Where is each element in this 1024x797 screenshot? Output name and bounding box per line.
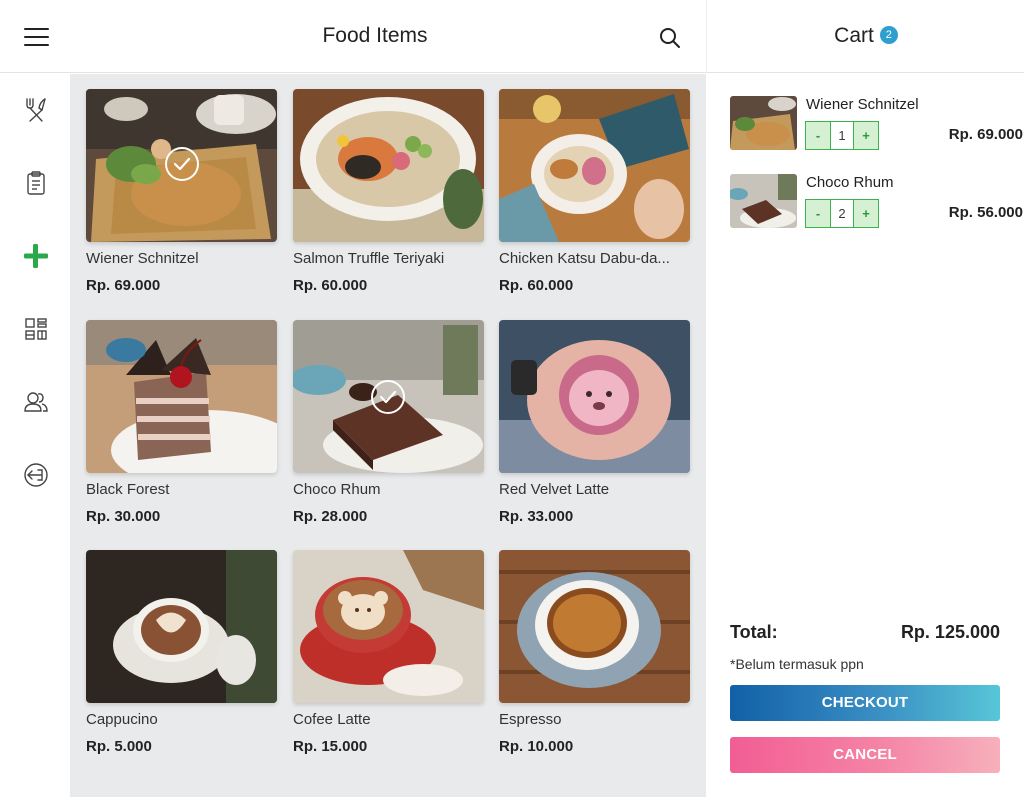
cart-item-image <box>730 174 797 228</box>
product-name: Cofee Latte <box>293 711 371 728</box>
cart-item-price: Rp. 69.000 <box>948 126 1023 143</box>
users-icon[interactable] <box>22 388 50 416</box>
product-image <box>499 89 690 242</box>
product-price: Rp. 28.000 <box>293 508 368 525</box>
product-image <box>86 550 277 703</box>
selected-check-icon <box>371 380 405 414</box>
product-name: Chicken Katsu Dabu-da... <box>499 250 670 267</box>
cart-item-name: Choco Rhum <box>806 174 894 191</box>
product-price: Rp. 69.000 <box>86 277 161 294</box>
quantity-value: 2 <box>830 200 854 227</box>
total-value: Rp. 125.000 <box>900 622 1000 642</box>
product-card[interactable]: Black Forest Rp. 30.000 <box>86 320 277 535</box>
cancel-button[interactable]: CANCEL <box>730 737 1000 773</box>
grid-icon[interactable] <box>22 315 50 343</box>
product-name: Black Forest <box>86 481 170 498</box>
product-price: Rp. 60.000 <box>499 277 574 294</box>
product-name: Cappucino <box>86 711 158 728</box>
tax-note: *Belum termasuk ppn <box>730 656 864 672</box>
product-image <box>86 89 277 242</box>
product-price: Rp. 5.000 <box>86 738 152 755</box>
product-name: Espresso <box>499 711 562 728</box>
product-card[interactable]: Cappucino Rp. 5.000 <box>86 550 277 765</box>
top-header: Food Items <box>0 0 706 73</box>
quantity-stepper: - 2 + <box>805 199 879 228</box>
product-card[interactable]: Chicken Katsu Dabu-da... Rp. 60.000 <box>499 89 690 304</box>
cart-item-price: Rp. 56.000 <box>948 204 1023 221</box>
decrement-button[interactable]: - <box>806 200 830 227</box>
product-card[interactable]: Salmon Truffle Teriyaki Rp. 60.000 <box>293 89 484 304</box>
clipboard-icon[interactable] <box>22 169 50 197</box>
quantity-stepper: - 1 + <box>805 121 879 150</box>
cart-item-name: Wiener Schnitzel <box>806 96 919 113</box>
product-price: Rp. 33.000 <box>499 508 574 525</box>
pos-app: Food Items Cart 2 Wiener Schnitzel Rp. 6… <box>0 0 1024 797</box>
selected-check-icon <box>165 147 199 181</box>
product-image <box>293 89 484 242</box>
cart-panel: Wiener Schnitzel - 1 + Rp. 69.000 Choco … <box>706 74 1024 797</box>
product-name: Red Velvet Latte <box>499 481 610 498</box>
cart-item-image <box>730 96 797 150</box>
product-grid: Wiener Schnitzel Rp. 69.000 Salmon Truff… <box>70 74 706 797</box>
increment-button[interactable]: + <box>854 122 878 149</box>
product-image <box>293 550 484 703</box>
product-image <box>293 320 484 473</box>
product-price: Rp. 60.000 <box>293 277 368 294</box>
plus-icon[interactable] <box>22 242 50 270</box>
quantity-value: 1 <box>830 122 854 149</box>
product-price: Rp. 30.000 <box>86 508 161 525</box>
cart-header: Cart 2 <box>706 0 1024 73</box>
product-card[interactable]: Espresso Rp. 10.000 <box>499 550 690 765</box>
cart-title: Cart <box>834 24 874 47</box>
checkout-button[interactable]: CHECKOUT <box>730 685 1000 721</box>
cart-item: Choco Rhum - 2 + Rp. 56.000 <box>730 174 1023 230</box>
product-image <box>499 320 690 473</box>
logout-icon[interactable] <box>22 461 50 489</box>
product-name: Choco Rhum <box>293 481 381 498</box>
cart-title-wrap: Cart 2 <box>707 24 1024 48</box>
product-card[interactable]: Choco Rhum Rp. 28.000 <box>293 320 484 535</box>
product-name: Salmon Truffle Teriyaki <box>293 250 445 267</box>
increment-button[interactable]: + <box>854 200 878 227</box>
product-card[interactable]: Red Velvet Latte Rp. 33.000 <box>499 320 690 535</box>
cart-item: Wiener Schnitzel - 1 + Rp. 69.000 <box>730 96 1023 152</box>
product-card[interactable]: Cofee Latte Rp. 15.000 <box>293 550 484 765</box>
product-price: Rp. 10.000 <box>499 738 574 755</box>
page-title: Food Items <box>322 24 428 47</box>
product-image <box>499 550 690 703</box>
product-card[interactable]: Wiener Schnitzel Rp. 69.000 <box>86 89 277 304</box>
sidebar-nav <box>0 74 70 797</box>
total-label: Total: <box>730 622 778 642</box>
product-price: Rp. 15.000 <box>293 738 368 755</box>
product-image <box>86 320 277 473</box>
cart-count-badge: 2 <box>879 26 898 45</box>
utensils-icon[interactable] <box>22 96 50 124</box>
decrement-button[interactable]: - <box>806 122 830 149</box>
product-name: Wiener Schnitzel <box>86 250 199 267</box>
search-icon[interactable] <box>658 26 682 50</box>
